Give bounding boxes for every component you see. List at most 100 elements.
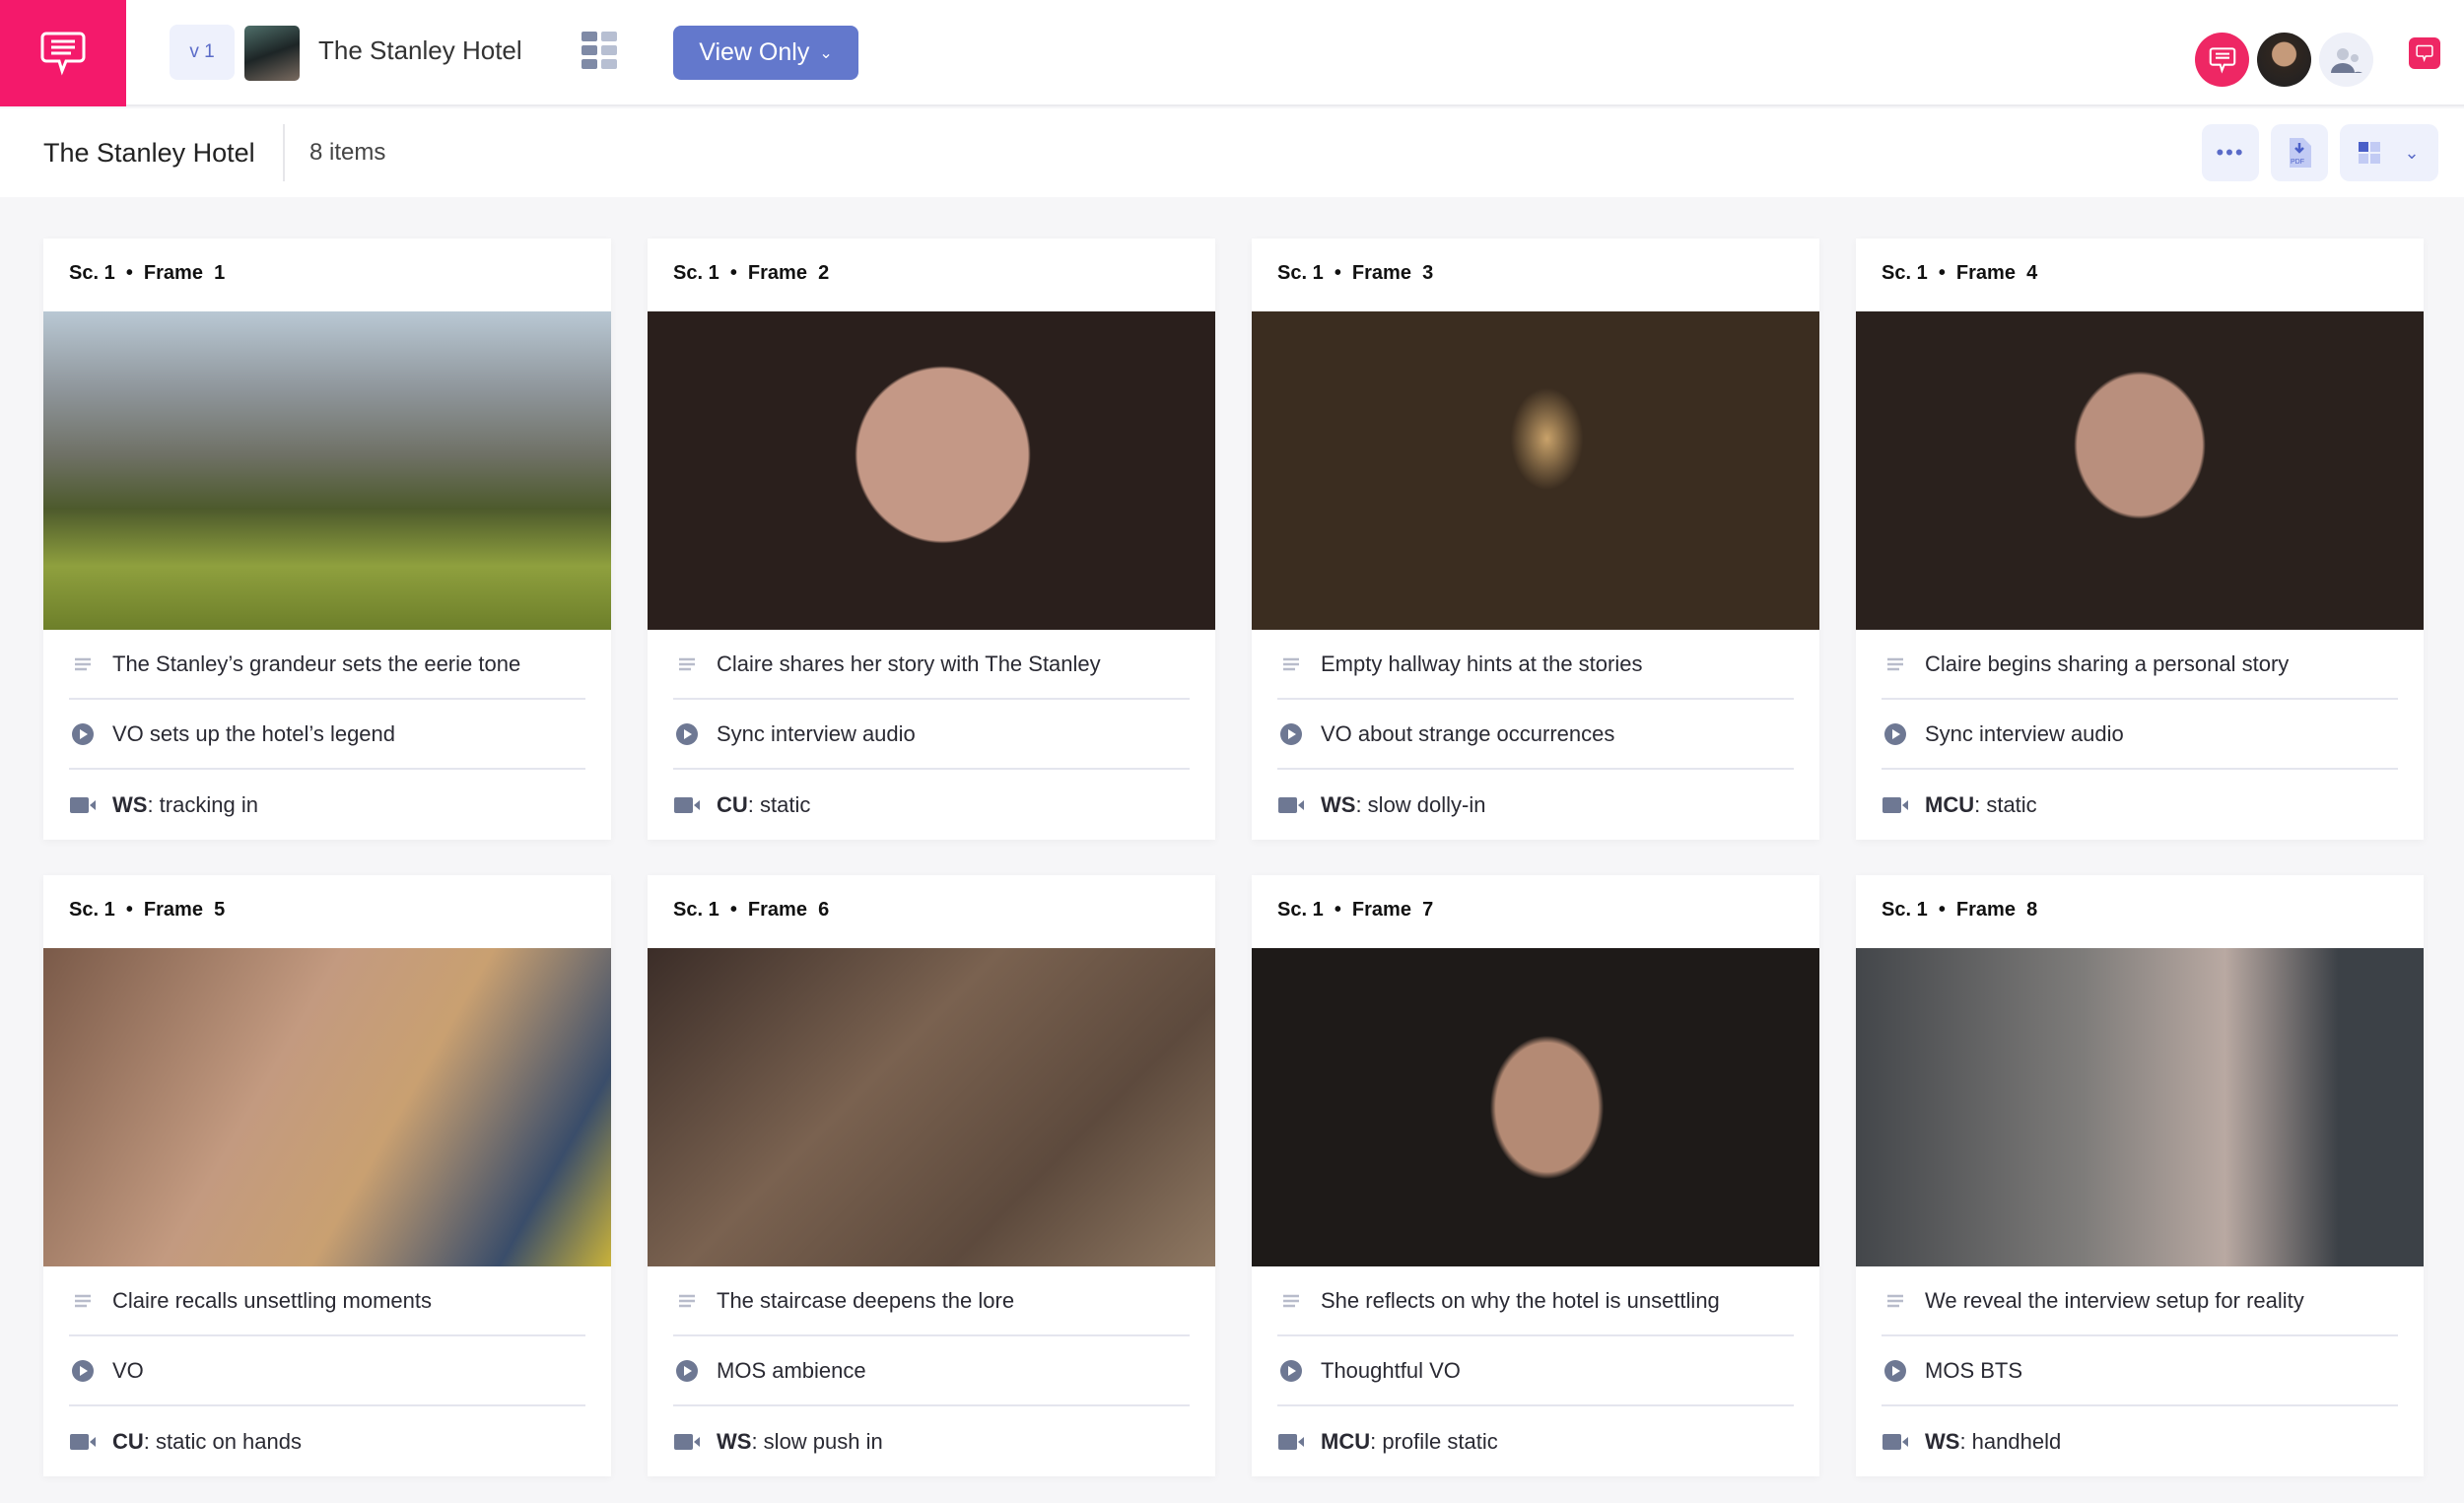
shot-row: MCU: profile static: [1277, 1406, 1794, 1476]
chat-icon: [2416, 44, 2433, 62]
frame-card[interactable]: Sc. 1 • Frame 2 Claire shares her story …: [648, 239, 1215, 840]
audio-row: VO: [69, 1336, 585, 1406]
view-only-dropdown[interactable]: View Only⌄: [673, 26, 858, 80]
layout-dropdown[interactable]: ⌄: [2340, 124, 2438, 181]
shot-detail: : profile static: [1370, 1429, 1498, 1454]
description-row: Claire begins sharing a personal story: [1882, 630, 2398, 700]
frame-card[interactable]: Sc. 1 • Frame 1 The Stanley’s grandeur s…: [43, 239, 611, 840]
frame-audio: VO: [112, 1358, 144, 1384]
frame-description: She reflects on why the hotel is unsettl…: [1321, 1288, 1720, 1314]
frame-description: Empty hallway hints at the stories: [1321, 651, 1642, 677]
frame-audio: VO about strange occurrences: [1321, 721, 1614, 747]
user-avatar[interactable]: [2257, 33, 2311, 87]
play-icon: [1277, 1360, 1305, 1382]
export-pdf-button[interactable]: PDF: [2271, 124, 2328, 181]
frame-shot: WS: slow dolly-in: [1321, 792, 1486, 818]
frame-image[interactable]: [1856, 948, 2424, 1266]
frame-description: The Stanley’s grandeur sets the eerie to…: [112, 651, 520, 677]
pdf-icon: PDF: [2288, 138, 2311, 168]
camera-icon: [673, 1434, 701, 1450]
shot-row: WS: handheld: [1882, 1406, 2398, 1476]
svg-text:PDF: PDF: [2291, 159, 2304, 166]
frame-label: Sc. 1 • Frame 8: [1856, 875, 2424, 948]
shot-row: WS: slow dolly-in: [1277, 770, 1794, 840]
frame-image[interactable]: [1252, 948, 1819, 1266]
camera-icon: [1277, 1434, 1305, 1450]
shot-type: WS: [1925, 1429, 1959, 1454]
frame-audio: MOS BTS: [1925, 1358, 2022, 1384]
camera-icon: [1882, 1434, 1909, 1450]
project-title[interactable]: The Stanley Hotel: [318, 35, 522, 66]
audio-row: VO sets up the hotel’s legend: [69, 700, 585, 770]
app-logo[interactable]: [0, 0, 126, 106]
frame-shot: CU: static on hands: [112, 1429, 302, 1455]
shot-row: CU: static: [673, 770, 1190, 840]
shot-detail: : static: [1974, 792, 2037, 817]
item-count: 8 items: [309, 139, 385, 167]
frame-card[interactable]: Sc. 1 • Frame 3 Empty hallway hints at t…: [1252, 239, 1819, 840]
frame-audio: Thoughtful VO: [1321, 1358, 1461, 1384]
more-icon: •••: [2216, 140, 2244, 166]
shot-type: MCU: [1925, 792, 1974, 817]
frame-label: Sc. 1 • Frame 5: [43, 875, 611, 948]
description-row: She reflects on why the hotel is unsettl…: [1277, 1266, 1794, 1336]
frame-label: Sc. 1 • Frame 1: [43, 239, 611, 311]
frame-shot: MCU: profile static: [1321, 1429, 1498, 1455]
frame-audio: Sync interview audio: [1925, 721, 2124, 747]
play-icon: [673, 1360, 701, 1382]
camera-icon: [1277, 797, 1305, 813]
chat-widget-button[interactable]: [2409, 37, 2440, 69]
audio-row: VO about strange occurrences: [1277, 700, 1794, 770]
frame-image[interactable]: [648, 311, 1215, 630]
chevron-down-icon: ⌄: [2404, 143, 2419, 164]
frame-description: The staircase deepens the lore: [717, 1288, 1014, 1314]
frame-card[interactable]: Sc. 1 • Frame 7 She reflects on why the …: [1252, 875, 1819, 1476]
description-row: The staircase deepens the lore: [673, 1266, 1190, 1336]
frame-image[interactable]: [1252, 311, 1819, 630]
version-badge[interactable]: v 1: [170, 25, 235, 80]
shot-type: WS: [112, 792, 147, 817]
frame-audio: Sync interview audio: [717, 721, 916, 747]
divider: [283, 124, 285, 181]
shot-type: WS: [717, 1429, 751, 1454]
description-row: The Stanley’s grandeur sets the eerie to…: [69, 630, 585, 700]
frame-card[interactable]: Sc. 1 • Frame 5 Claire recalls unsettlin…: [43, 875, 611, 1476]
frame-card[interactable]: Sc. 1 • Frame 6 The staircase deepens th…: [648, 875, 1215, 1476]
audio-row: Sync interview audio: [673, 700, 1190, 770]
comments-button[interactable]: [2195, 33, 2249, 87]
shot-type: CU: [112, 1429, 144, 1454]
text-lines-icon: [1882, 657, 1909, 671]
description-row: We reveal the interview setup for realit…: [1882, 1266, 2398, 1336]
frame-image[interactable]: [43, 311, 611, 630]
collaborators-button[interactable]: [2319, 33, 2373, 87]
shot-row: WS: tracking in: [69, 770, 585, 840]
users-icon: [2330, 46, 2363, 74]
shot-row: CU: static on hands: [69, 1406, 585, 1476]
layout-grid-icon: [2359, 142, 2380, 164]
frame-card[interactable]: Sc. 1 • Frame 8 We reveal the interview …: [1856, 875, 2424, 1476]
frame-shot: WS: tracking in: [112, 792, 258, 818]
frame-description: We reveal the interview setup for realit…: [1925, 1288, 2304, 1314]
frame-shot: WS: handheld: [1925, 1429, 2061, 1455]
top-bar: v 1 The Stanley Hotel View Only⌄: [0, 0, 2464, 106]
frame-image[interactable]: [43, 948, 611, 1266]
frame-description: Claire begins sharing a personal story: [1925, 651, 2289, 677]
shot-detail: : tracking in: [147, 792, 258, 817]
shot-detail: : slow dolly-in: [1355, 792, 1485, 817]
frame-label: Sc. 1 • Frame 3: [1252, 239, 1819, 311]
frame-description: Claire shares her story with The Stanley: [717, 651, 1101, 677]
frame-description: Claire recalls unsettling moments: [112, 1288, 432, 1314]
shot-type: CU: [717, 792, 748, 817]
frame-image[interactable]: [1856, 311, 2424, 630]
text-lines-icon: [1277, 657, 1305, 671]
frame-card[interactable]: Sc. 1 • Frame 4 Claire begins sharing a …: [1856, 239, 2424, 840]
audio-row: Sync interview audio: [1882, 700, 2398, 770]
more-options-button[interactable]: •••: [2202, 124, 2259, 181]
frame-shot: MCU: static: [1925, 792, 2037, 818]
play-icon: [69, 723, 97, 745]
play-icon: [1277, 723, 1305, 745]
frame-audio: MOS ambience: [717, 1358, 866, 1384]
grid-view-icon[interactable]: [582, 32, 617, 69]
frame-label: Sc. 1 • Frame 6: [648, 875, 1215, 948]
frame-image[interactable]: [648, 948, 1215, 1266]
